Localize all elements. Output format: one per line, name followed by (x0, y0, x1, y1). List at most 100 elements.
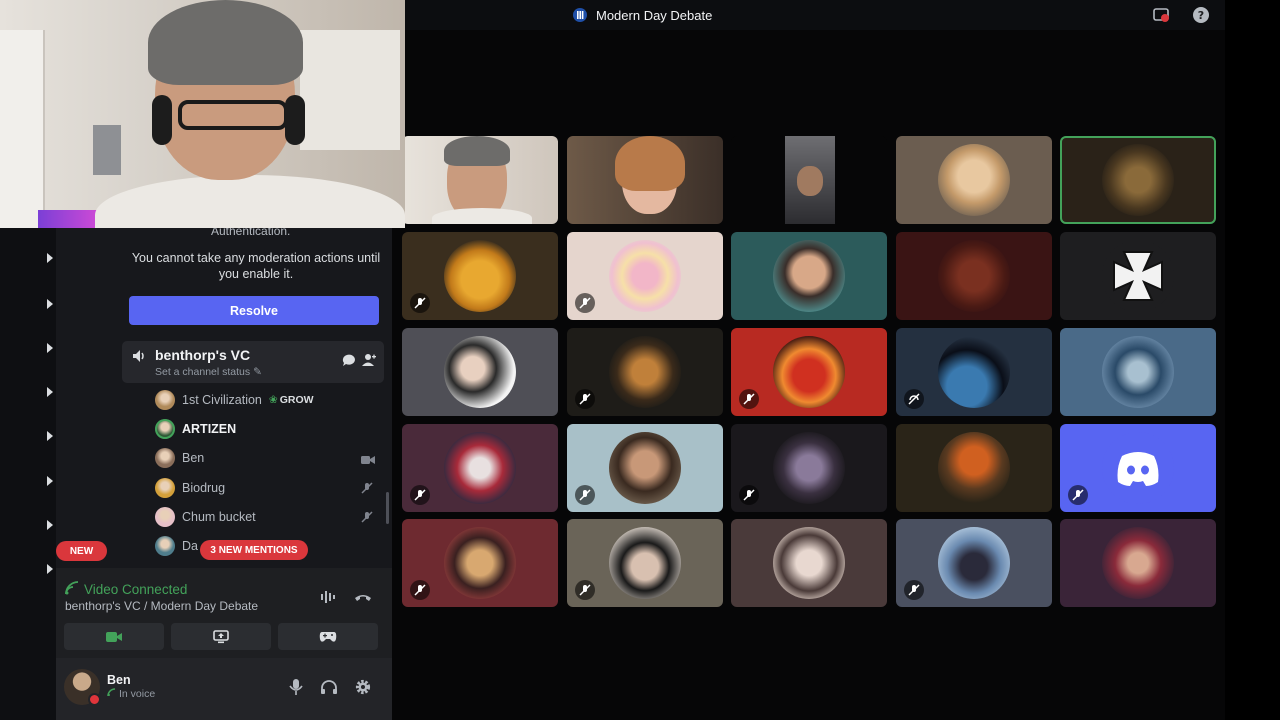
participant-tile[interactable] (1060, 424, 1216, 512)
member-avatar (155, 448, 175, 468)
participant-tile[interactable] (1060, 328, 1216, 416)
participant-tile[interactable] (896, 328, 1052, 416)
server-expand-arrow[interactable] (47, 428, 53, 441)
participant-video-tile[interactable] (731, 136, 887, 224)
participant-tile[interactable] (567, 519, 723, 607)
voice-member[interactable]: 1st Civilization ❀ GROW (155, 389, 314, 411)
video-icon (361, 452, 375, 466)
voice-member[interactable]: Da (155, 535, 198, 557)
participant-tile[interactable] (896, 136, 1052, 224)
pencil-icon: ✎ (253, 366, 262, 378)
participant-tile[interactable] (731, 328, 887, 416)
participant-tile[interactable] (567, 424, 723, 512)
member-avatar (155, 419, 175, 439)
invite-user-icon[interactable] (362, 353, 378, 369)
participant-tile[interactable] (731, 519, 887, 607)
participant-video-tile[interactable] (567, 136, 723, 224)
participant-tile[interactable] (567, 328, 723, 416)
muted-icon (739, 389, 759, 409)
participant-tile[interactable] (402, 519, 558, 607)
call-title-bar (405, 0, 1225, 30)
participant-avatar (773, 527, 845, 599)
chat-bubble-icon[interactable] (342, 353, 358, 369)
server-expand-arrow[interactable] (47, 561, 53, 574)
svg-text:?: ? (1198, 9, 1204, 22)
webcam-feed[interactable] (0, 0, 405, 228)
microphone-icon[interactable] (286, 677, 306, 697)
member-name: 1st Civilization (182, 393, 262, 407)
participant-avatar (444, 240, 516, 312)
voice-member[interactable]: Biodrug (155, 477, 225, 499)
muted-icon (575, 485, 595, 505)
member-name: Chum bucket (182, 510, 256, 524)
webcam-background-panel (93, 125, 121, 175)
webcam-background-door (0, 30, 45, 228)
server-expand-arrow[interactable] (47, 250, 53, 263)
participant-tile[interactable] (1060, 232, 1216, 320)
screen-share-icon (213, 629, 229, 643)
member-name: Ben (182, 451, 205, 465)
call-title: Modern Day Debate (572, 7, 712, 23)
new-unreads-pill[interactable]: NEW (56, 541, 107, 561)
participant-tile[interactable] (402, 424, 558, 512)
guild-tag: ❀ GROW (268, 394, 314, 406)
signal-icon (65, 581, 79, 598)
voice-connected-status[interactable]: Video Connected (65, 581, 187, 598)
scrollbar[interactable] (386, 492, 389, 524)
member-avatar (155, 536, 175, 556)
muted-icon (410, 580, 430, 600)
participant-video-tile[interactable] (402, 136, 558, 224)
resolve-button[interactable]: Resolve (129, 296, 379, 325)
screen-share-button[interactable] (171, 623, 271, 650)
participant-tile[interactable] (402, 328, 558, 416)
participant-tile[interactable] (402, 232, 558, 320)
participant-tile[interactable] (567, 232, 723, 320)
help-icon[interactable]: ? (1192, 6, 1210, 24)
auth-message: You cannot take any moderation actions u… (131, 251, 381, 281)
muted-icon (361, 510, 375, 524)
server-expand-arrow[interactable] (47, 296, 53, 309)
participant-avatar (938, 240, 1010, 312)
new-mentions-pill[interactable]: 3 NEW MENTIONS (200, 540, 308, 560)
user-panel: Ben In voice (56, 658, 392, 720)
muted-icon (575, 580, 595, 600)
voice-member[interactable]: Chum bucket (155, 506, 256, 528)
muted-icon (1068, 485, 1088, 505)
voice-channel-row[interactable]: benthorp's VC Set a channel status ✎ (122, 341, 384, 383)
deafened-icon (904, 389, 924, 409)
participant-avatar (444, 432, 516, 504)
participant-tile[interactable] (896, 424, 1052, 512)
participant-avatar (938, 144, 1010, 216)
participant-tile[interactable] (896, 519, 1052, 607)
voice-member[interactable]: Ben (155, 447, 204, 469)
server-expand-arrow[interactable] (47, 384, 53, 397)
voice-member[interactable]: ARTIZEN (155, 418, 236, 440)
participant-tile[interactable] (731, 232, 887, 320)
camera-button[interactable] (64, 623, 164, 650)
voice-connection-panel: Video Connected benthorp's VC / Modern D… (56, 568, 392, 658)
webcam-person-hair (148, 0, 303, 85)
server-expand-arrow[interactable] (47, 340, 53, 353)
channel-status-placeholder[interactable]: Set a channel status ✎ (155, 366, 262, 378)
participant-avatar (1102, 144, 1174, 216)
activities-button[interactable] (278, 623, 378, 650)
participant-avatar (609, 336, 681, 408)
participant-tile[interactable] (731, 424, 887, 512)
user-name[interactable]: Ben (107, 673, 131, 687)
voice-channel-path[interactable]: benthorp's VC / Modern Day Debate (65, 599, 258, 613)
participant-tile[interactable] (896, 232, 1052, 320)
server-expand-arrow[interactable] (47, 473, 53, 486)
participant-avatar (609, 432, 681, 504)
headphones-icon[interactable] (319, 677, 339, 697)
webcam-headset-right (285, 95, 305, 145)
top-actions: ? (1152, 6, 1210, 24)
server-expand-arrow[interactable] (47, 517, 53, 530)
user-voice-status: In voice (107, 688, 155, 700)
noise-suppression-icon[interactable] (320, 588, 338, 606)
participant-tile-speaking[interactable] (1060, 136, 1216, 224)
participant-tile[interactable] (1060, 519, 1216, 607)
participant-avatar (938, 432, 1010, 504)
disconnect-icon[interactable] (354, 588, 372, 606)
inbox-icon[interactable] (1152, 6, 1170, 24)
gear-icon[interactable] (353, 677, 373, 697)
